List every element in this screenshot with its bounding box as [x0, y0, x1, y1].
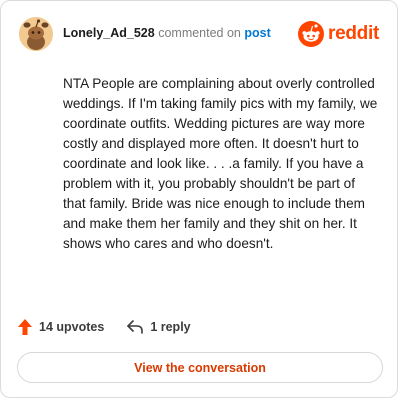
- comment-body: NTA People are complaining about overly …: [63, 76, 378, 251]
- comment-card: Lonely_Ad_528 commented on post reddit N…: [0, 0, 398, 398]
- reply-button[interactable]: 1 reply: [126, 319, 191, 335]
- commented-on-text: commented on: [158, 26, 241, 40]
- author-name[interactable]: Lonely_Ad_528: [63, 26, 155, 40]
- upvote-count: 14 upvotes: [39, 320, 105, 334]
- view-conversation-button[interactable]: View the conversation: [17, 352, 383, 383]
- avatar[interactable]: [19, 17, 53, 51]
- author-line: Lonely_Ad_528 commented on post: [63, 26, 271, 40]
- reply-count: 1 reply: [150, 320, 191, 334]
- action-bar: 14 upvotes 1 reply: [17, 316, 191, 338]
- brand-name: reddit: [328, 23, 379, 44]
- reddit-brand[interactable]: reddit: [298, 20, 379, 48]
- upvote-button[interactable]: 14 upvotes: [17, 318, 104, 336]
- comment-header: Lonely_Ad_528 commented on post reddit: [19, 17, 379, 51]
- reply-arrow-icon: [127, 320, 144, 334]
- post-link[interactable]: post: [244, 26, 270, 40]
- avatar-snoo-icon: [19, 17, 53, 51]
- reddit-logo-icon: [298, 21, 325, 47]
- upvote-arrow-icon: [18, 319, 32, 335]
